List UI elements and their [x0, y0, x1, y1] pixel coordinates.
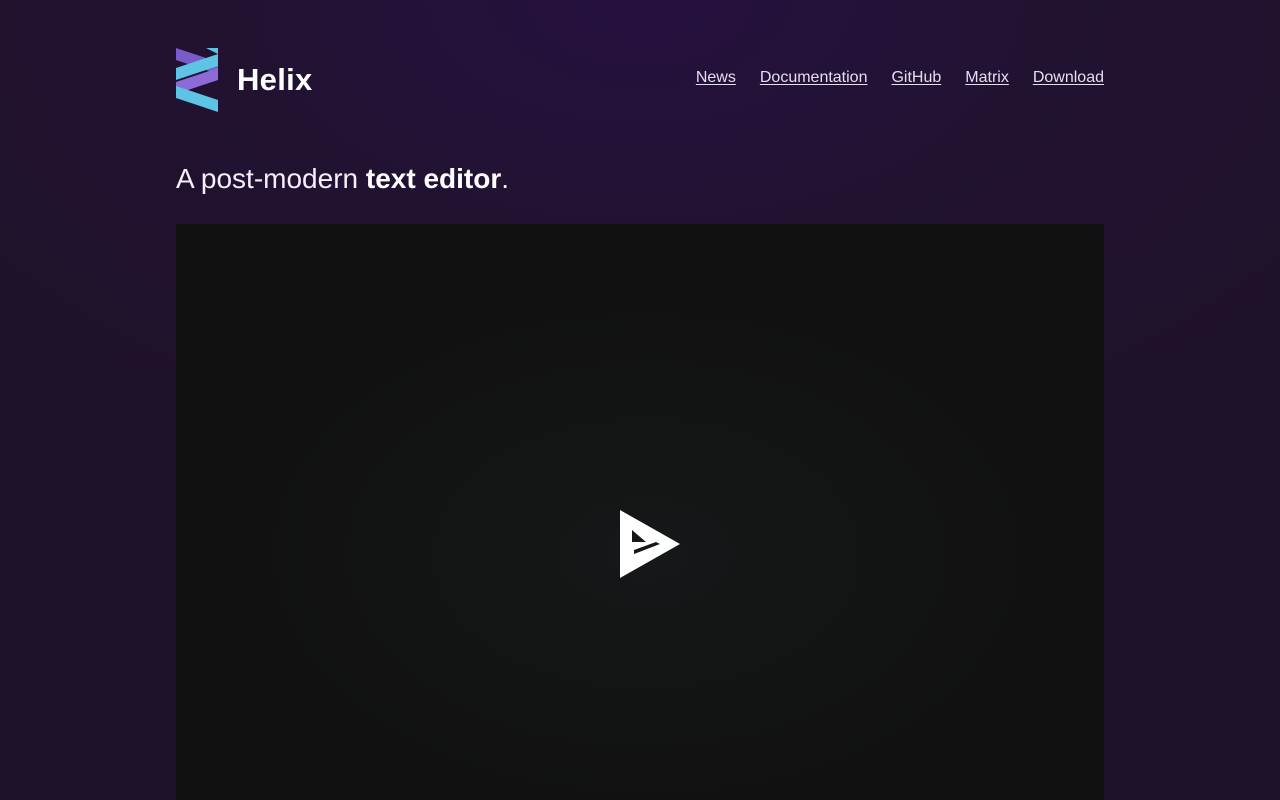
nav-link-matrix[interactable]: Matrix — [965, 68, 1009, 88]
nav-link-news[interactable]: News — [696, 68, 736, 88]
nav-link-documentation[interactable]: Documentation — [760, 68, 868, 88]
helix-logo-icon — [176, 48, 218, 112]
demo-video-player[interactable] — [176, 224, 1104, 800]
tagline-prefix: A post-modern — [176, 163, 366, 194]
site-header: Helix News Documentation GitHub Matrix D… — [176, 46, 1104, 114]
nav-link-download[interactable]: Download — [1033, 68, 1104, 88]
play-icon — [620, 510, 680, 578]
hero-tagline: A post-modern text editor. — [176, 162, 509, 196]
brand-name: Helix — [237, 62, 313, 97]
tagline-emphasis: text editor — [365, 163, 502, 194]
nav-link-github[interactable]: GitHub — [891, 68, 941, 88]
brand-home-link[interactable]: Helix — [176, 48, 313, 112]
play-button[interactable] — [620, 510, 680, 578]
main-nav: News Documentation GitHub Matrix Downloa… — [696, 68, 1104, 88]
tagline-suffix: . — [501, 163, 510, 194]
